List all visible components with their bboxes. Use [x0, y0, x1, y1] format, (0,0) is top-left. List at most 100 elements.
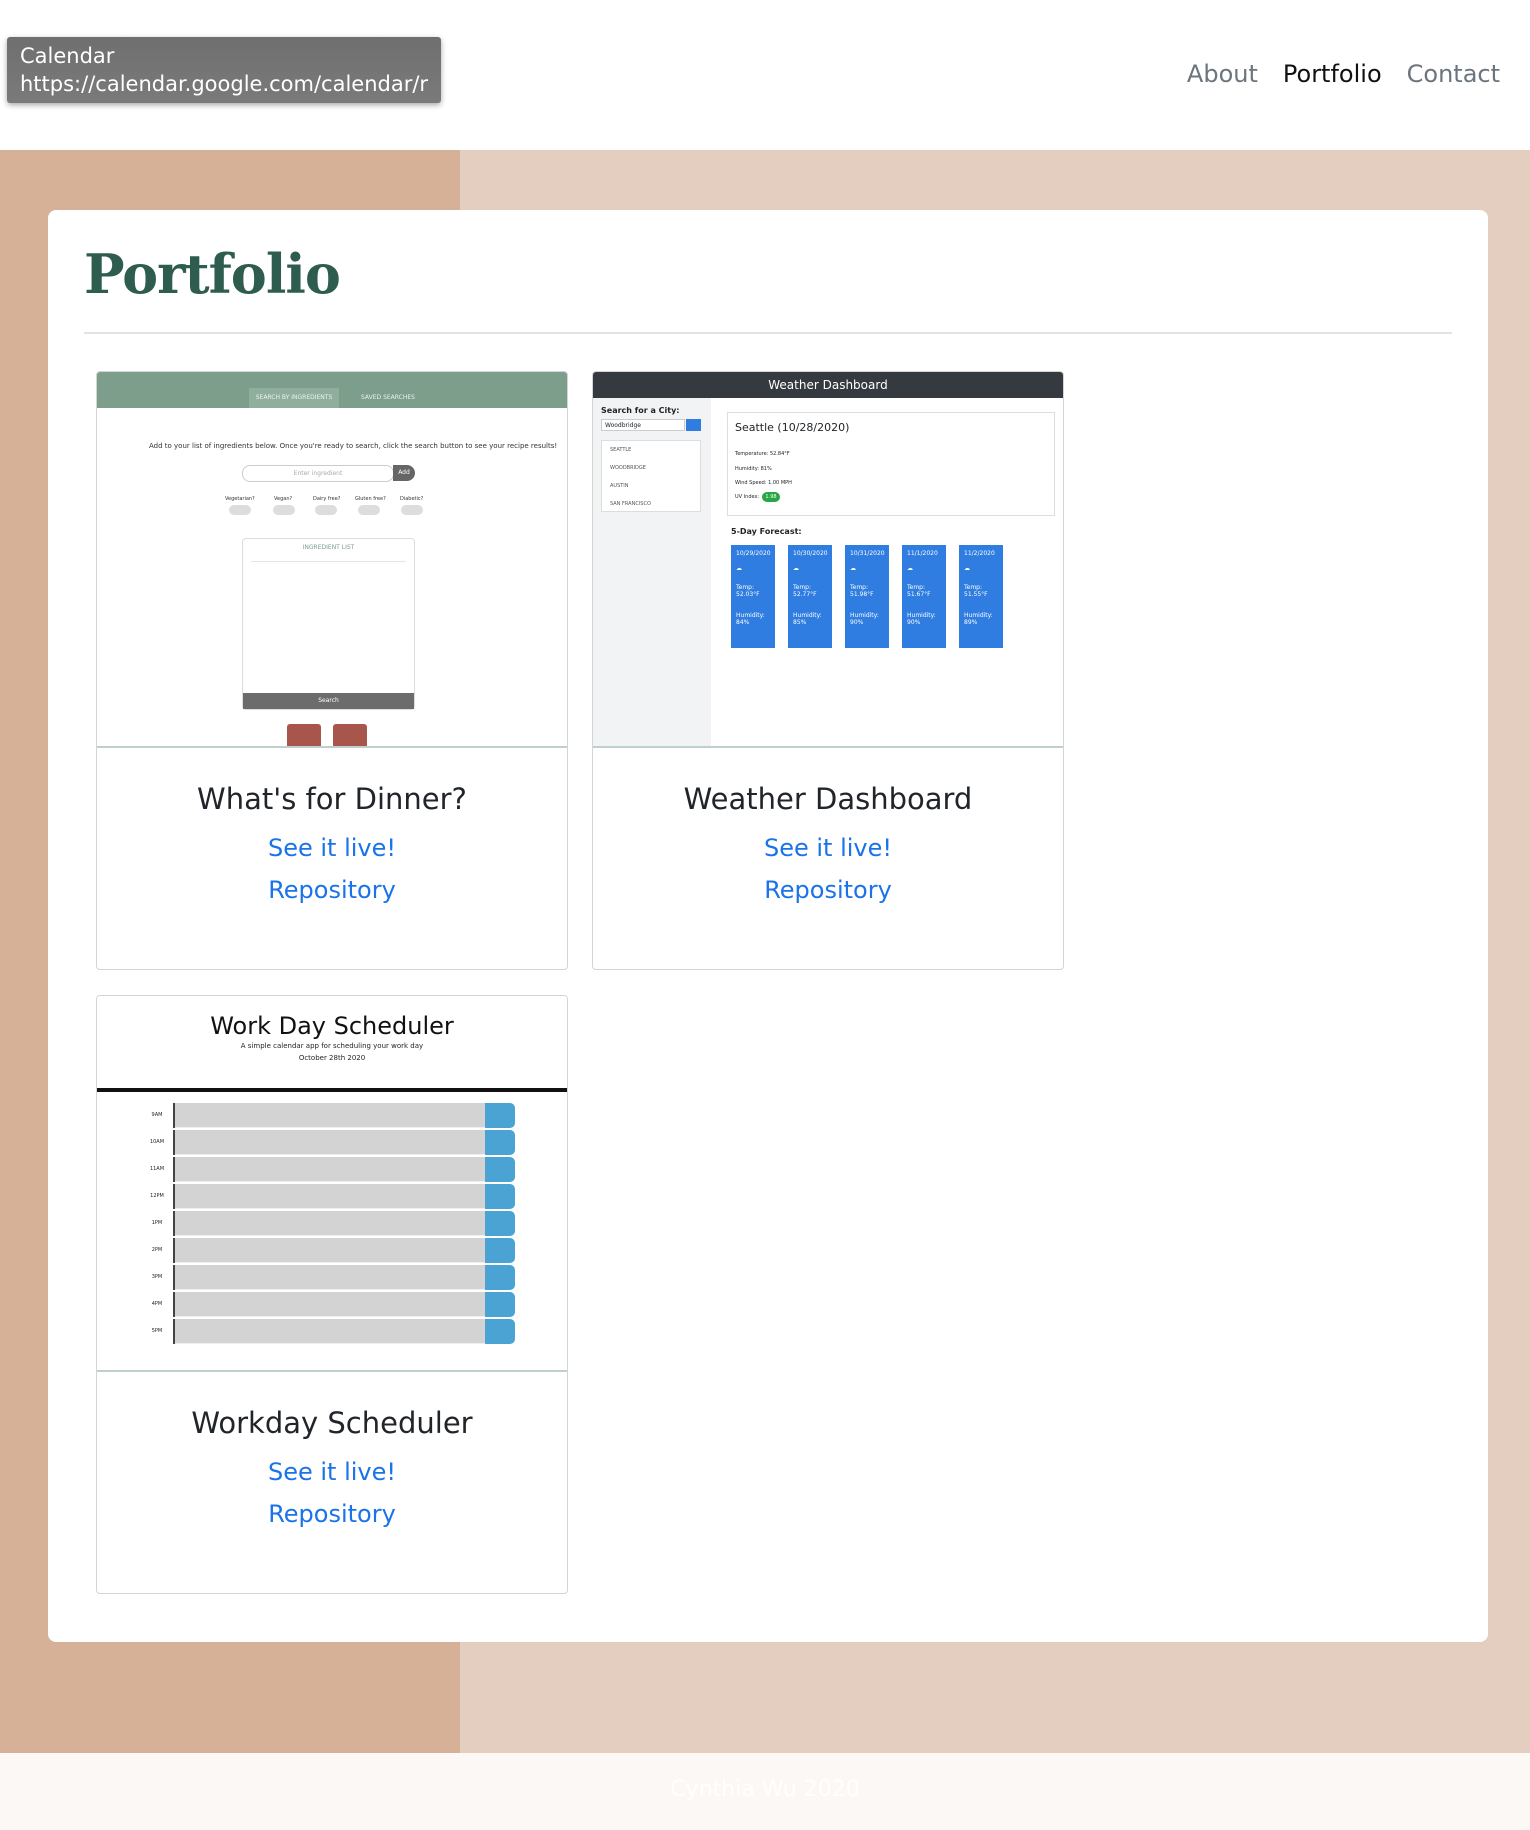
dinner-switch-icon	[273, 505, 295, 515]
dinner-toggle-3: Gluten free?	[355, 496, 386, 502]
dinner-toggle-1: Vegan?	[274, 496, 293, 502]
weather-current-card: Seattle (10/28/2020) Temperature: 52.84°…	[727, 412, 1055, 516]
scheduler-row: 2PM	[141, 1238, 515, 1263]
scheduler-event-field	[175, 1130, 485, 1155]
forecast-date: 11/1/2020	[907, 550, 938, 557]
site-header: Calendar https://calendar.google.com/cal…	[0, 0, 1530, 150]
live-link[interactable]: See it live!	[97, 834, 567, 862]
scheduler-hour: 3PM	[141, 1265, 175, 1290]
dinner-add-button: Add	[393, 465, 415, 481]
scheduler-row: 4PM	[141, 1292, 515, 1317]
scheduler-subtitle: A simple calendar app for scheduling you…	[240, 1042, 424, 1050]
title-divider	[84, 332, 1452, 334]
project-screenshot-weather[interactable]: Weather Dashboard Search for a City: Woo…	[593, 372, 1063, 748]
dinner-ingredient-list: INGREDIENT LIST Search	[242, 538, 415, 710]
forecast-card: 10/30/2020 ☁ Temp: 52.77°F Humidity: 85%	[788, 545, 832, 648]
forecast-temp: Temp: 51.55°F	[964, 584, 988, 598]
scheduler-hour: 1PM	[141, 1211, 175, 1236]
nav-about[interactable]: About	[1187, 60, 1258, 88]
weather-search-input: Woodbridge	[601, 419, 685, 431]
cloud-icon: ☁	[850, 565, 856, 572]
forecast-card: 10/31/2020 ☁ Temp: 51.98°F Humidity: 90%	[845, 545, 889, 648]
dinner-list-divider	[251, 561, 406, 562]
forecast-date: 10/31/2020	[850, 550, 885, 557]
save-icon	[485, 1238, 515, 1263]
weather-uv-label: UV Index:	[735, 494, 760, 500]
dinner-toggle-4: Diabetic?	[400, 496, 424, 502]
dinner-toggle-0: Vegetarian?	[225, 496, 255, 502]
scheduler-row: 12PM	[141, 1184, 515, 1209]
weather-sidebar: Search for a City: Woodbridge SEATTLE WO…	[593, 398, 711, 746]
link-tooltip: Calendar https://calendar.google.com/cal…	[7, 37, 441, 103]
scheduler-event-field	[175, 1265, 485, 1290]
repository-link[interactable]: Repository	[593, 876, 1063, 904]
scheduler-hour: 9AM	[141, 1103, 175, 1128]
weather-temperature: Temperature: 52.84°F	[735, 451, 790, 457]
repository-link[interactable]: Repository	[97, 1500, 567, 1528]
weather-humidity: Humidity: 81%	[735, 466, 772, 472]
weather-city: SAN FRANCISCO	[610, 501, 651, 507]
weather-city: SEATTLE	[610, 447, 632, 453]
scheduler-row: 10AM	[141, 1130, 515, 1155]
nav-portfolio[interactable]: Portfolio	[1283, 60, 1382, 88]
dinner-switch-icon	[229, 505, 251, 515]
scheduler-title: Work Day Scheduler	[210, 1012, 454, 1040]
project-card-scheduler: Work Day Scheduler A simple calendar app…	[96, 995, 568, 1594]
tooltip-url: https://calendar.google.com/calendar/r	[20, 72, 429, 96]
portfolio-panel: Portfolio SEARCH BY INGREDIENTS SAVED SE…	[48, 210, 1488, 1642]
scheduler-event-field	[175, 1103, 485, 1128]
save-icon	[485, 1184, 515, 1209]
dinner-switch-icon	[401, 505, 423, 515]
dinner-search-button: Search	[243, 693, 414, 709]
main-nav: About Portfolio Contact	[1187, 60, 1500, 88]
forecast-date: 10/30/2020	[793, 550, 828, 557]
scheduler-event-field	[175, 1211, 485, 1236]
dinner-food-icon	[287, 724, 321, 746]
save-icon	[485, 1319, 515, 1344]
footer-text: Cynthia Wu 2020	[670, 1777, 860, 1802]
dinner-instructions: Add to your list of ingredients below. O…	[149, 442, 558, 450]
scheduler-hour: 5PM	[141, 1319, 175, 1344]
scheduler-divider	[97, 1088, 567, 1092]
scheduler-row: 1PM	[141, 1211, 515, 1236]
save-icon	[485, 1211, 515, 1236]
project-title: Weather Dashboard	[683, 782, 973, 816]
save-icon	[485, 1157, 515, 1182]
forecast-card: 10/29/2020 ☁ Temp: 52.03°F Humidity: 84%	[731, 545, 775, 648]
save-icon	[485, 1292, 515, 1317]
nav-contact[interactable]: Contact	[1407, 60, 1500, 88]
project-screenshot-dinner[interactable]: SEARCH BY INGREDIENTS SAVED SEARCHES Add…	[97, 372, 567, 748]
weather-search-icon	[686, 419, 701, 431]
weather-wind: Wind Speed: 1.00 MPH	[735, 480, 792, 486]
weather-city-list: SEATTLE WOODBRIDGE AUSTIN SAN FRANCISCO	[601, 440, 701, 512]
scheduler-row: 5PM	[141, 1319, 515, 1344]
scheduler-hour: 11AM	[141, 1157, 175, 1182]
tooltip-title: Calendar	[20, 44, 115, 68]
scheduler-row: 11AM	[141, 1157, 515, 1182]
project-screenshot-scheduler[interactable]: Work Day Scheduler A simple calendar app…	[97, 996, 567, 1372]
forecast-date: 10/29/2020	[736, 550, 771, 557]
project-card-dinner: SEARCH BY INGREDIENTS SAVED SEARCHES Add…	[96, 371, 568, 970]
forecast-date: 11/2/2020	[964, 550, 995, 557]
dinner-ingredient-input: Enter ingredient	[242, 465, 394, 482]
page-title: Portfolio	[84, 242, 341, 306]
live-link[interactable]: See it live!	[593, 834, 1063, 862]
weather-forecast-title: 5-Day Forecast:	[731, 527, 802, 536]
forecast-humidity: Humidity: 85%	[793, 612, 822, 626]
dinner-tab-ingredients: SEARCH BY INGREDIENTS	[249, 388, 339, 408]
save-icon	[485, 1103, 515, 1128]
cloud-icon: ☁	[907, 565, 913, 572]
forecast-humidity: Humidity: 90%	[850, 612, 879, 626]
forecast-temp: Temp: 51.98°F	[850, 584, 874, 598]
scheduler-row: 3PM	[141, 1265, 515, 1290]
weather-search-label: Search for a City:	[601, 406, 680, 415]
scheduler-event-field	[175, 1184, 485, 1209]
weather-current-title: Seattle (10/28/2020)	[735, 421, 850, 434]
live-link[interactable]: See it live!	[97, 1458, 567, 1486]
scheduler-hour: 2PM	[141, 1238, 175, 1263]
repository-link[interactable]: Repository	[97, 876, 567, 904]
site-footer: Cynthia Wu 2020	[0, 1753, 1530, 1830]
dinner-list-title: INGREDIENT LIST	[302, 544, 355, 551]
forecast-temp: Temp: 52.77°F	[793, 584, 817, 598]
forecast-temp: Temp: 52.03°F	[736, 584, 760, 598]
